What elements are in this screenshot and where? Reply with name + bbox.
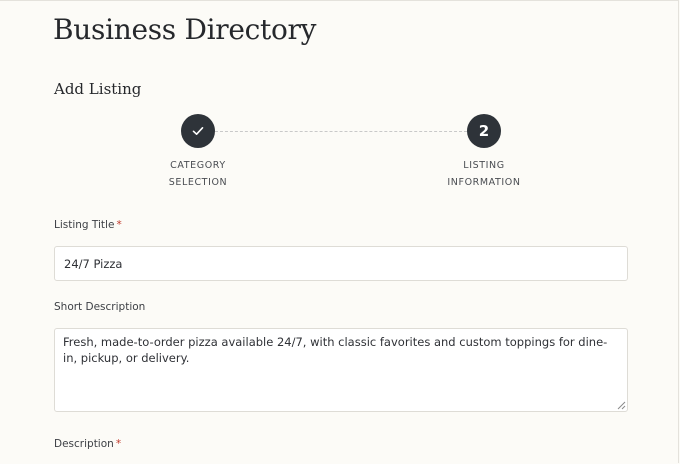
short-description-textarea[interactable]: Fresh, made-to-order pizza available 24/… — [54, 328, 628, 412]
step-label-line: CATEGORY — [170, 160, 226, 171]
step-listing-information-label: LISTING INFORMATION — [424, 157, 544, 191]
listing-title-input[interactable] — [54, 246, 628, 281]
listing-title-label-text: Listing Title — [54, 219, 115, 231]
step-label-line: SELECTION — [168, 177, 228, 188]
page-title: Business Directory — [53, 13, 317, 46]
listing-title-label: Listing Title * — [54, 219, 122, 231]
checkmark-icon — [192, 127, 204, 135]
step-listing-information-circle: 2 — [467, 114, 501, 148]
description-label: Description * — [54, 438, 121, 450]
step-label-line: INFORMATION — [447, 177, 521, 188]
stepper-connector — [215, 131, 467, 132]
section-title: Add Listing — [54, 80, 142, 98]
step-category-selection-circle[interactable] — [181, 114, 215, 148]
step-number: 2 — [478, 122, 490, 140]
resize-grip-icon[interactable] — [617, 401, 626, 410]
required-asterisk: * — [116, 219, 122, 231]
step-category-selection-label: CATEGORY SELECTION — [138, 157, 258, 191]
short-description-label: Short Description — [54, 301, 146, 313]
required-asterisk: * — [115, 438, 122, 450]
description-label-text: Description — [54, 438, 114, 450]
step-label-line: LISTING — [463, 160, 505, 171]
